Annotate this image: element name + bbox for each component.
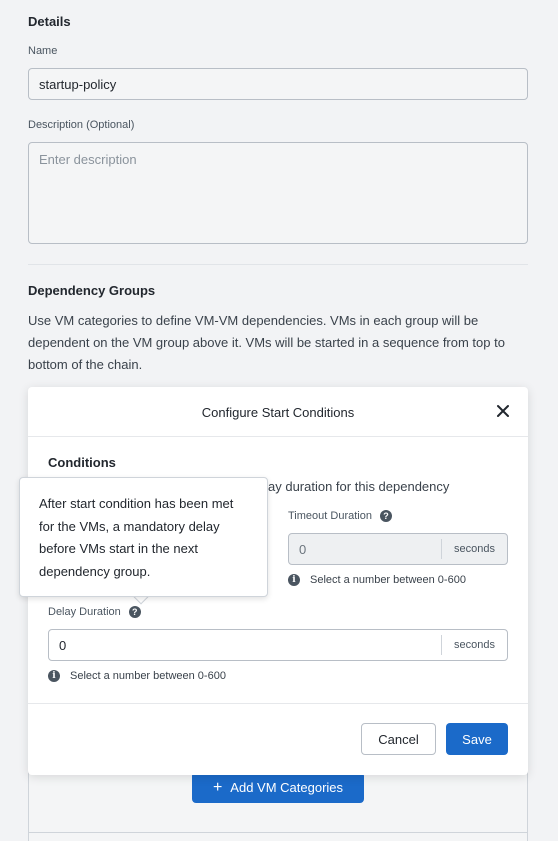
delay-hint: i Select a number between 0-600 <box>48 670 226 682</box>
modal-header-divider <box>28 436 528 437</box>
dependency-groups-heading: Dependency Groups <box>28 283 156 298</box>
delay-duration-tooltip: After start condition has been met for t… <box>19 477 268 597</box>
delay-hint-text: Select a number between 0-600 <box>70 670 226 682</box>
add-vm-categories-button[interactable]: + Add VM Categories <box>192 772 364 803</box>
timeout-duration-label-text: Timeout Duration <box>288 510 372 522</box>
delay-duration-label: Delay Duration ? <box>48 606 141 618</box>
delay-duration-value: 0 <box>59 637 67 653</box>
name-input[interactable]: startup-policy <box>28 68 528 100</box>
timeout-duration-label: Timeout Duration ? <box>288 510 392 522</box>
help-icon[interactable]: ? <box>379 510 392 522</box>
dependency-groups-description: Use VM categories to define VM-VM depend… <box>28 313 505 372</box>
description-label: Description (Optional) <box>28 119 135 131</box>
conditions-heading: Conditions <box>48 455 116 470</box>
info-icon: i <box>288 574 300 586</box>
info-icon: i <box>48 670 60 682</box>
modal-title: Configure Start Conditions <box>201 405 355 420</box>
delay-seconds-unit: seconds <box>441 635 507 655</box>
timeout-hint-text: Select a number between 0-600 <box>310 574 466 586</box>
section-divider <box>28 264 528 265</box>
groups-divider <box>28 832 528 833</box>
add-vm-categories-label: Add VM Categories <box>230 780 344 795</box>
save-button[interactable]: Save <box>446 723 508 755</box>
timeout-duration-value: 0 <box>299 541 307 557</box>
details-heading: Details <box>28 14 71 29</box>
cancel-button[interactable]: Cancel <box>361 723 436 755</box>
description-textarea[interactable]: Enter description <box>28 142 528 244</box>
delay-duration-label-text: Delay Duration <box>48 606 121 618</box>
modal-footer-divider <box>28 703 528 704</box>
name-label: Name <box>28 45 58 57</box>
timeout-duration-input[interactable]: 0 seconds <box>288 533 508 565</box>
conditions-description: ay duration for this dependency <box>268 479 450 494</box>
timeout-hint: i Select a number between 0-600 <box>288 574 466 586</box>
policy-form-page: Details Name startup-policy Description … <box>0 0 558 841</box>
close-icon[interactable] <box>496 404 510 418</box>
delay-duration-input[interactable]: 0 seconds <box>48 629 508 661</box>
help-icon[interactable]: ? <box>128 606 141 618</box>
timeout-seconds-unit: seconds <box>441 539 507 559</box>
plus-icon: + <box>212 778 223 796</box>
